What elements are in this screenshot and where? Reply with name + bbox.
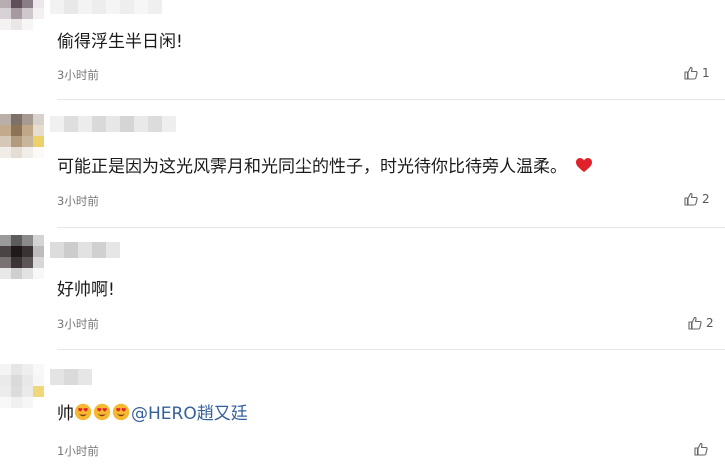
username-blurred[interactable] xyxy=(50,0,162,14)
thumbs-up-icon xyxy=(684,192,698,206)
like-count: 2 xyxy=(706,316,714,330)
heart-eyes-emoji-icon xyxy=(74,403,92,421)
thumbs-up-icon xyxy=(688,316,702,330)
like-button[interactable]: 2 xyxy=(684,192,710,206)
thumbs-up-icon xyxy=(694,442,708,456)
like-button[interactable]: 1 xyxy=(684,66,710,80)
comment-text: 可能正是因为这光风霁月和光同尘的性子，时光待你比待旁人温柔。 xyxy=(57,156,593,178)
avatar[interactable] xyxy=(0,0,44,30)
user-mention-link[interactable]: @HERO趙又廷 xyxy=(131,404,248,424)
username-blurred[interactable] xyxy=(50,116,176,132)
avatar[interactable] xyxy=(0,364,44,408)
comment-3: 好帅啊! 3小时前 2 xyxy=(0,228,725,350)
like-count: 2 xyxy=(702,192,710,206)
like-button[interactable]: 2 xyxy=(688,316,714,330)
comment-text: 好帅啊! xyxy=(57,280,115,300)
thumbs-up-icon xyxy=(684,66,698,80)
comment-time: 3小时前 xyxy=(57,68,99,82)
heart-eyes-emoji-icon xyxy=(112,403,130,421)
like-count: 1 xyxy=(702,66,710,80)
comment-time: 3小时前 xyxy=(57,194,99,208)
heart-eyes-emoji-icon xyxy=(93,403,111,421)
avatar[interactable] xyxy=(0,235,44,279)
username-blurred[interactable] xyxy=(50,369,92,385)
like-button[interactable] xyxy=(694,442,712,456)
comment-text-prefix: 帅 xyxy=(57,404,74,424)
comment-time: 1小时前 xyxy=(57,444,99,458)
heart-emoji-icon xyxy=(576,158,592,172)
comment-2: 可能正是因为这光风霁月和光同尘的性子，时光待你比待旁人温柔。 3小时前 2 xyxy=(0,100,725,228)
comment-text-content: 可能正是因为这光风霁月和光同尘的性子，时光待你比待旁人温柔。 xyxy=(57,157,567,177)
comment-4: 帅 @HERO趙又廷 1小时前 xyxy=(0,350,725,473)
avatar[interactable] xyxy=(0,114,44,158)
username-blurred[interactable] xyxy=(50,242,120,258)
comment-1: 偷得浮生半日闲! 3小时前 1 xyxy=(0,0,725,100)
comment-text: 偷得浮生半日闲! xyxy=(57,32,183,52)
comment-text: 帅 @HERO趙又廷 xyxy=(57,403,248,425)
comment-time: 3小时前 xyxy=(57,317,99,331)
